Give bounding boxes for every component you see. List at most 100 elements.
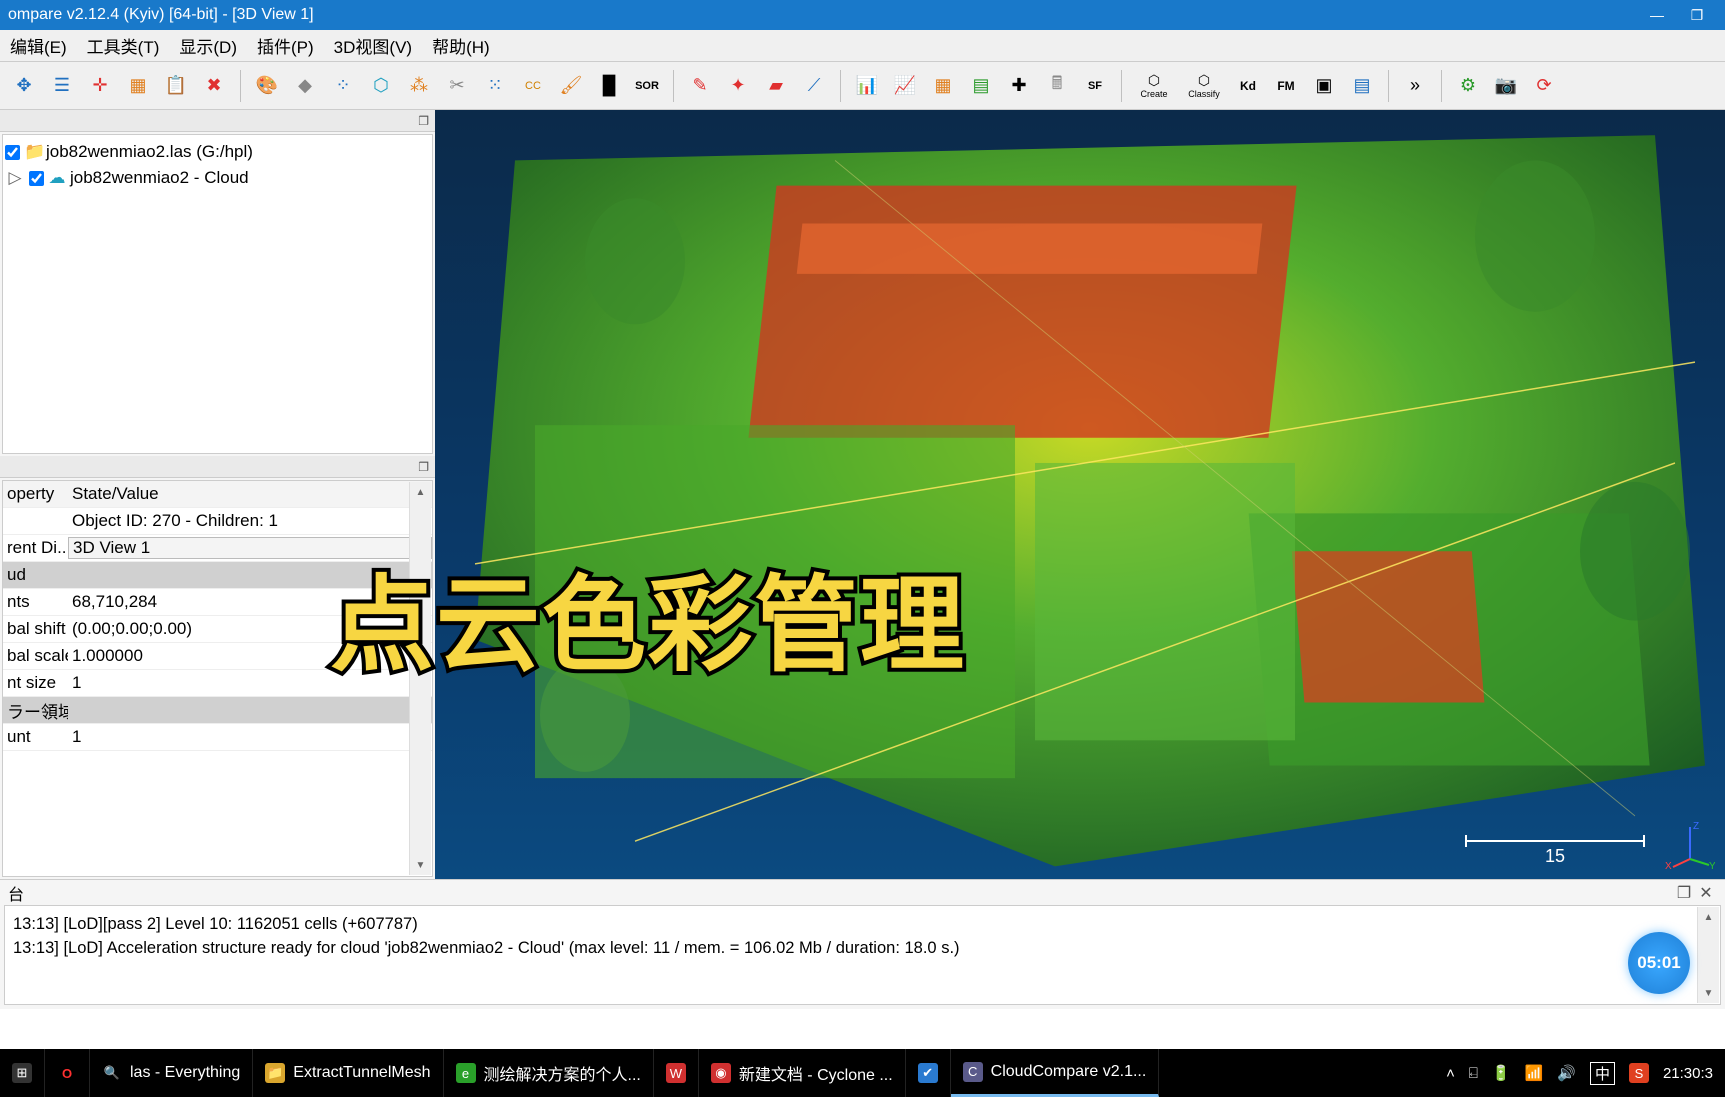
props-row[interactable]: rent Di...3D View 1 xyxy=(3,535,432,562)
calc-icon[interactable]: 🖩 xyxy=(1039,68,1075,104)
tray-wifi-icon[interactable]: 📶 xyxy=(1525,1064,1544,1082)
props-scrollbar[interactable]: ▲ ▼ xyxy=(409,482,431,875)
menu-tools[interactable]: 工具类(T) xyxy=(77,29,170,62)
fm-tool-icon[interactable]: FM xyxy=(1268,68,1304,104)
expand-icon[interactable]: ▷ xyxy=(5,168,25,188)
tree-row-root[interactable]: 📁 job82wenmiao2.las (G:/hpl) xyxy=(5,139,430,165)
console-close-icon[interactable]: ✕ xyxy=(1695,883,1717,903)
system-tray: ˄ ⍇ 🔋 📶 🔊 中 S 21:30:3 xyxy=(1434,1062,1725,1085)
menu-help[interactable]: 帮助(H) xyxy=(422,29,500,62)
tree-child-checkbox[interactable] xyxy=(29,171,44,186)
app-icon: W xyxy=(666,1063,686,1083)
taskbar-opera[interactable]: O xyxy=(45,1049,90,1097)
app-icon: C xyxy=(963,1062,983,1082)
app-icon: ◉ xyxy=(711,1063,731,1083)
cloud-icon: ☁ xyxy=(48,168,66,188)
console-scrollbar[interactable]: ▲ ▼ xyxy=(1697,907,1719,1003)
canupo-classify-button[interactable]: ⬡Classify xyxy=(1180,67,1228,105)
canupo-create-button[interactable]: ⬡Create xyxy=(1130,67,1178,105)
tray-chevron-icon[interactable]: ˄ xyxy=(1446,1065,1455,1082)
histogram-icon[interactable]: 📊 xyxy=(849,68,885,104)
props-key: unt xyxy=(3,727,68,747)
3d-viewport[interactable]: 15 Z X Y xyxy=(435,110,1725,879)
props-value[interactable]: 3D View 1 xyxy=(68,537,432,559)
filter-icon[interactable]: ✂ xyxy=(439,68,475,104)
taskbar-app[interactable]: W xyxy=(654,1049,699,1097)
tray-clock[interactable]: 21:30:3 xyxy=(1663,1065,1713,1082)
tray-usb-icon[interactable]: ⍇ xyxy=(1469,1065,1478,1082)
scroll-up-icon[interactable]: ▲ xyxy=(1704,907,1714,927)
taskbar-search[interactable]: 🔍 las - Everything xyxy=(90,1049,253,1097)
level-icon[interactable]: ☰ xyxy=(44,68,80,104)
taskbar-app[interactable]: e测绘解决方案的个人... xyxy=(444,1049,654,1097)
plane-icon[interactable]: ▰ xyxy=(758,68,794,104)
gear-icon[interactable]: ⚙ xyxy=(1450,68,1486,104)
segment-icon[interactable]: ▦ xyxy=(120,68,156,104)
cc-tool-icon[interactable]: CC xyxy=(515,68,551,104)
tree-root-checkbox[interactable] xyxy=(5,145,20,160)
props-header-val: State/Value xyxy=(68,484,432,504)
console-undock-icon[interactable]: ❐ xyxy=(1673,883,1695,903)
db-tree[interactable]: 📁 job82wenmiao2.las (G:/hpl) ▷ ☁ job82we… xyxy=(2,134,433,454)
mesh-icon[interactable]: ⬡ xyxy=(363,68,399,104)
scroll-up-icon[interactable]: ▲ xyxy=(416,482,426,502)
colors-icon[interactable]: 🎨 xyxy=(249,68,285,104)
subsample-icon[interactable]: ⁙ xyxy=(477,68,513,104)
csv-export-icon[interactable]: ▤ xyxy=(1344,68,1380,104)
sor-filter-icon[interactable]: SOR xyxy=(629,68,665,104)
chart-icon[interactable]: 📈 xyxy=(887,68,923,104)
table-icon[interactable]: ▤ xyxy=(963,68,999,104)
translate-rotate-icon[interactable]: ✛ xyxy=(82,68,118,104)
scroll-down-icon[interactable]: ▼ xyxy=(416,855,426,875)
pointcloud-render xyxy=(435,110,1725,879)
normals-icon[interactable]: ◆ xyxy=(287,68,323,104)
menubar: 编辑(E) 工具类(T) 显示(D) 插件(P) 3D视图(V) 帮助(H) xyxy=(0,30,1725,62)
minimize-button[interactable]: — xyxy=(1637,7,1677,23)
wand-icon[interactable]: ✎ xyxy=(682,68,718,104)
props-row: nt size1 xyxy=(3,670,432,697)
axis-icon[interactable]: ✦ xyxy=(720,68,756,104)
tree-row-child[interactable]: ▷ ☁ job82wenmiao2 - Cloud xyxy=(5,165,430,191)
octree-icon[interactable]: ⁘ xyxy=(325,68,361,104)
measure-icon[interactable]: ⟋ xyxy=(796,68,832,104)
taskbar-app[interactable]: ✔ xyxy=(906,1049,951,1097)
add-icon[interactable]: ✚ xyxy=(1001,68,1037,104)
undock-icon[interactable]: ❐ xyxy=(418,460,429,474)
console-output[interactable]: 13:13] [LoD][pass 2] Level 10: 1162051 c… xyxy=(4,905,1721,1005)
pick-rotation-center-icon[interactable]: ✥ xyxy=(6,68,42,104)
menu-3dview[interactable]: 3D视图(V) xyxy=(324,29,422,62)
taskbar: ⊞ O 🔍 las - Everything 📁ExtractTunnelMes… xyxy=(0,1049,1725,1097)
folder-icon: 📁 xyxy=(24,142,42,162)
app-icon: ✔ xyxy=(918,1063,938,1083)
maximize-button[interactable]: ❐ xyxy=(1677,7,1717,24)
svg-text:Z: Z xyxy=(1693,821,1699,832)
checker-icon[interactable]: ▐▌ xyxy=(591,68,627,104)
menu-plugins[interactable]: 插件(P) xyxy=(247,29,324,62)
tray-ime[interactable]: 中 xyxy=(1590,1062,1615,1085)
menu-display[interactable]: 显示(D) xyxy=(169,29,247,62)
record-icon[interactable]: ⟳ xyxy=(1526,68,1562,104)
start-button[interactable]: ⊞ xyxy=(0,1049,45,1097)
scroll-down-icon[interactable]: ▼ xyxy=(1704,983,1714,1003)
shp-export-icon[interactable]: ▣ xyxy=(1306,68,1342,104)
kd-tool-icon[interactable]: Kd xyxy=(1230,68,1266,104)
toolbar-overflow-icon[interactable]: » xyxy=(1397,68,1433,104)
clone-icon[interactable]: 📋 xyxy=(158,68,194,104)
taskbar-app[interactable]: 📁ExtractTunnelMesh xyxy=(253,1049,443,1097)
props-value: 1 xyxy=(68,673,432,693)
tray-sogou-icon[interactable]: S xyxy=(1629,1063,1649,1083)
tray-battery-icon[interactable]: 🔋 xyxy=(1492,1064,1511,1082)
taskbar-app[interactable]: CCloudCompare v2.1... xyxy=(951,1049,1160,1097)
props-row: unt1 xyxy=(3,724,432,751)
console-line: 13:13] [LoD] Acceleration structure read… xyxy=(13,936,1712,960)
paint-icon[interactable]: 🖌 xyxy=(553,68,589,104)
tray-volume-icon[interactable]: 🔊 xyxy=(1557,1064,1576,1082)
grid-icon[interactable]: ▦ xyxy=(925,68,961,104)
delete-icon[interactable]: ✖ xyxy=(196,68,232,104)
camera-icon[interactable]: 📷 xyxy=(1488,68,1524,104)
sf-tool-icon[interactable]: SF xyxy=(1077,68,1113,104)
sample-icon[interactable]: ⁂ xyxy=(401,68,437,104)
taskbar-app[interactable]: ◉新建文档 - Cyclone ... xyxy=(699,1049,906,1097)
undock-icon[interactable]: ❐ xyxy=(418,114,429,128)
menu-edit[interactable]: 编辑(E) xyxy=(0,29,77,62)
